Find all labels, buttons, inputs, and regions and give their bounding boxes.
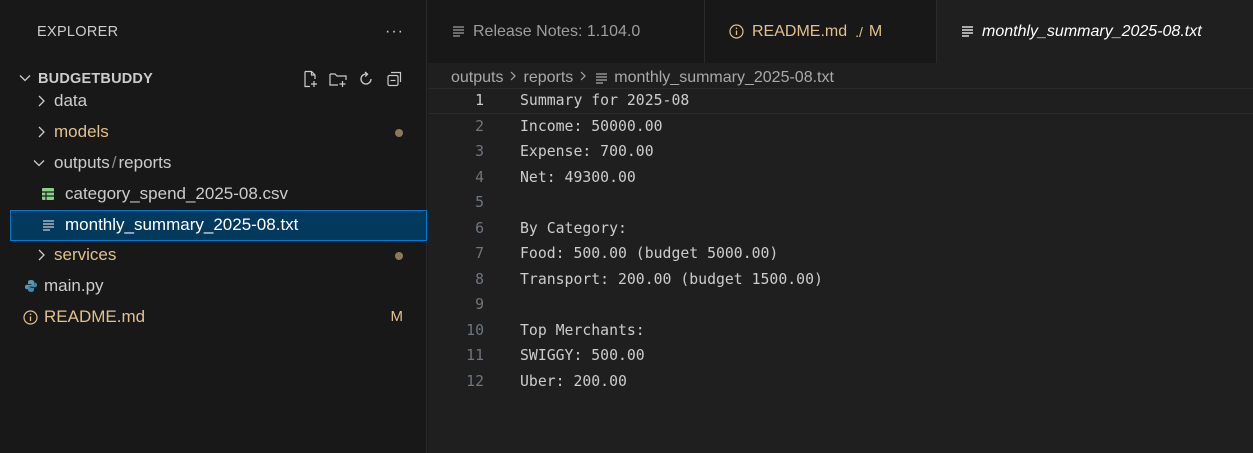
chevron-down-icon [19, 75, 31, 82]
tree-item-models[interactable]: models [10, 117, 427, 148]
line-number: 12 [466, 372, 484, 390]
lines-icon [452, 25, 465, 38]
explorer-title: EXPLORER [37, 23, 119, 40]
line-number: 11 [466, 347, 484, 365]
breadcrumb-item-reports[interactable]: reports [523, 69, 573, 87]
tab-modified-badge: M [868, 22, 883, 40]
code-text: Food: 500.00 (budget 5000.00) [520, 245, 779, 263]
tab-readme[interactable]: README.md ./ M [705, 0, 937, 63]
code-text: SWIGGY: 500.00 [520, 347, 645, 365]
chevron-right-icon [38, 95, 45, 107]
code-line[interactable]: 7 Food: 500.00 (budget 5000.00) [428, 241, 1253, 267]
code-line[interactable]: 8 Transport: 200.00 (budget 1500.00) [428, 267, 1253, 293]
code-text: Net: 49300.00 [520, 168, 636, 186]
code-text: Summary for 2025-08 [520, 92, 690, 110]
tree-item-main-py[interactable]: main.py [10, 271, 427, 302]
chevron-right-icon [38, 126, 45, 138]
code-text: Income: 50000.00 [520, 117, 663, 135]
tree-item-category-spend-csv[interactable]: category_spend_2025-08.csv [10, 179, 427, 210]
code-text: Expense: 700.00 [520, 143, 654, 161]
modified-dot [395, 252, 403, 260]
lines-icon [43, 220, 54, 231]
code-line[interactable]: 4 Net: 49300.00 [428, 165, 1253, 191]
code-line[interactable]: 1 Summary for 2025-08 [428, 88, 1253, 114]
info-icon [23, 310, 38, 325]
line-number: 5 [475, 194, 484, 212]
tab-label: README.md [752, 22, 848, 40]
modified-dot [395, 129, 403, 137]
tree-item-label: README.md [44, 307, 146, 326]
code-line[interactable]: 2 Income: 50000.00 [428, 114, 1253, 140]
chevron-right-icon [578, 69, 588, 87]
line-number: 3 [475, 143, 484, 161]
code-line[interactable]: 5 [428, 190, 1253, 216]
tree-item-readme[interactable]: README.md M [10, 302, 427, 333]
code-text: By Category: [520, 219, 627, 237]
tree-item-label: services [54, 245, 117, 264]
tab-label: monthly_summary_2025-08.txt [982, 22, 1202, 40]
line-number: 2 [475, 117, 484, 135]
table-file-icon [42, 188, 54, 200]
tree-item-label: outputs / reports [54, 153, 171, 173]
subfolder-name: reports [118, 153, 172, 172]
tab-path: ./ [855, 23, 863, 40]
line-number: 4 [475, 168, 484, 186]
git-modified-badge: M [390, 308, 404, 325]
code-text: Transport: 200.00 (budget 1500.00) [520, 270, 823, 288]
tree-item-label: models [54, 122, 109, 141]
code-line[interactable]: 10 Top Merchants: [428, 318, 1253, 344]
tab-bar: Release Notes: 1.104.0 README.md ./ M mo… [428, 0, 1253, 63]
line-number: 1 [475, 92, 484, 110]
explorer-sidebar: EXPLORER ··· BUDGETBUDDY data models out… [0, 0, 427, 453]
code-line[interactable]: 6 By Category: [428, 216, 1253, 242]
line-number: 10 [466, 321, 484, 339]
tree-item-label: main.py [44, 276, 104, 295]
info-icon [729, 24, 744, 39]
breadcrumb-item-outputs[interactable]: outputs [451, 69, 503, 87]
code-line[interactable]: 11 SWIGGY: 500.00 [428, 343, 1253, 369]
explorer-header: EXPLORER ··· [0, 0, 426, 63]
python-icon [25, 280, 37, 292]
folder-name: outputs [54, 153, 110, 172]
tab-label: Release Notes: 1.104.0 [473, 22, 641, 40]
tree-item-data[interactable]: data [10, 86, 427, 117]
path-separator: / [111, 153, 117, 172]
tree-item-label: category_spend_2025-08.csv [65, 184, 289, 203]
code-line[interactable]: 12 Uber: 200.00 [428, 369, 1253, 395]
line-number: 8 [475, 270, 484, 288]
code-line[interactable]: 9 [428, 292, 1253, 318]
editor-area: Release Notes: 1.104.0 README.md ./ M mo… [428, 0, 1253, 453]
line-number: 6 [475, 219, 484, 237]
tree-item-services[interactable]: services [10, 240, 427, 271]
lines-icon [961, 25, 974, 38]
project-name: BUDGETBUDDY [38, 70, 153, 87]
tree-item-outputs-reports[interactable]: outputs / reports [10, 148, 427, 179]
code-text: Top Merchants: [520, 321, 645, 339]
lines-icon [595, 72, 608, 85]
tree-item-label: monthly_summary_2025-08.txt [65, 215, 299, 234]
chevron-right-icon [508, 69, 518, 87]
more-actions-button[interactable]: ··· [385, 23, 404, 41]
line-number: 9 [475, 296, 484, 314]
tab-monthly-summary[interactable]: monthly_summary_2025-08.txt [937, 0, 1253, 63]
code-text: Uber: 200.00 [520, 372, 627, 390]
tab-release-notes[interactable]: Release Notes: 1.104.0 [428, 0, 705, 63]
line-number: 7 [475, 245, 484, 263]
code-line[interactable]: 3 Expense: 700.00 [428, 139, 1253, 165]
tree-item-monthly-summary-txt[interactable]: monthly_summary_2025-08.txt [10, 210, 427, 241]
code-editor[interactable]: 1 Summary for 2025-08 2 Income: 50000.00 3 Ex… [428, 88, 1253, 394]
breadcrumb-item-file[interactable]: monthly_summary_2025-08.txt [614, 69, 834, 87]
chevron-right-icon [38, 249, 45, 261]
tree-item-label: data [54, 91, 88, 110]
chevron-down-icon [33, 160, 45, 167]
